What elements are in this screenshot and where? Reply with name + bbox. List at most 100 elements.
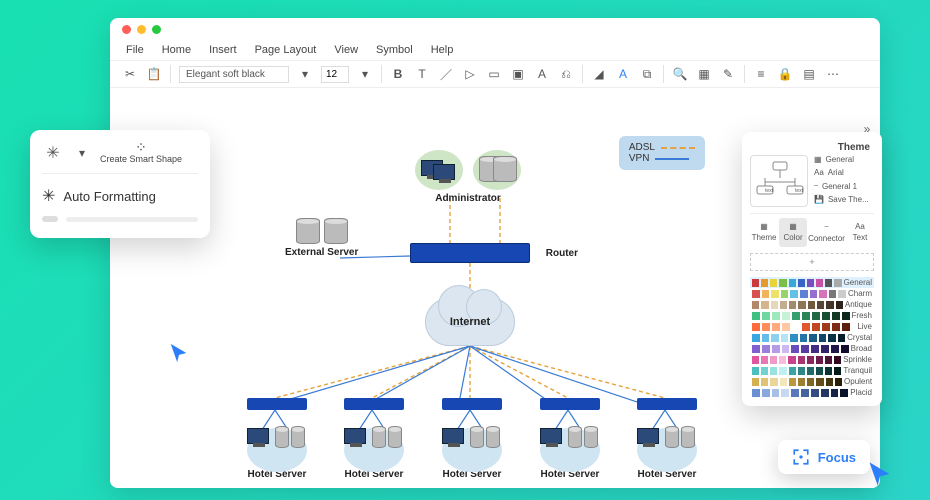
burst-icon[interactable]: ✳ <box>42 142 64 164</box>
color-chip[interactable] <box>752 356 759 364</box>
color-chip[interactable] <box>770 378 777 386</box>
minimize-icon[interactable] <box>137 25 146 34</box>
color-chip[interactable] <box>791 345 799 353</box>
color-chip[interactable] <box>770 367 777 375</box>
color-chip[interactable] <box>822 312 830 320</box>
menu-help[interactable]: Help <box>431 44 454 56</box>
swatch-row[interactable]: Live <box>750 321 874 332</box>
more-icon[interactable]: ⋯ <box>825 66 841 82</box>
color-chip[interactable] <box>762 389 770 397</box>
color-chip[interactable] <box>834 356 841 364</box>
swatch-row[interactable]: Antique <box>750 299 874 310</box>
color-chip[interactable] <box>762 334 770 342</box>
hotel-server-node[interactable]: Hotel Server <box>440 398 504 480</box>
focus-button[interactable]: Focus <box>778 440 870 474</box>
color-chip[interactable] <box>816 367 823 375</box>
color-chip[interactable] <box>826 378 833 386</box>
color-chip[interactable] <box>809 334 817 342</box>
color-chip[interactable] <box>840 389 848 397</box>
router-node[interactable]: Router <box>410 243 530 263</box>
color-chip[interactable] <box>770 356 777 364</box>
color-chip[interactable] <box>826 301 833 309</box>
color-chip[interactable] <box>801 345 809 353</box>
color-chip[interactable] <box>811 345 819 353</box>
color-chip[interactable] <box>762 323 770 331</box>
theme-opt-arial[interactable]: AaArial <box>814 168 874 177</box>
cut-icon[interactable]: ✂ <box>122 66 138 82</box>
color-chip[interactable] <box>781 334 789 342</box>
tab-connector[interactable]: ⎯Connector <box>808 218 845 247</box>
tab-text[interactable]: AaText <box>846 218 874 247</box>
color-chip[interactable] <box>781 290 789 298</box>
color-chip[interactable] <box>761 279 768 287</box>
color-chip[interactable] <box>831 389 839 397</box>
color-chip[interactable] <box>752 323 760 331</box>
menu-page-layout[interactable]: Page Layout <box>255 44 317 56</box>
color-chip[interactable] <box>819 290 827 298</box>
color-chip[interactable] <box>752 334 760 342</box>
color-chip[interactable] <box>807 279 814 287</box>
swatch-row[interactable]: Fresh <box>750 310 874 321</box>
color-chip[interactable] <box>816 279 823 287</box>
color-chip[interactable] <box>838 290 846 298</box>
color-chip[interactable] <box>789 279 796 287</box>
crop-icon[interactable]: ⧉ <box>639 66 655 82</box>
color-chip[interactable] <box>802 323 810 331</box>
color-chip[interactable] <box>790 290 798 298</box>
color-chip[interactable] <box>832 312 840 320</box>
color-chip[interactable] <box>835 378 842 386</box>
color-chip[interactable] <box>761 367 768 375</box>
maximize-icon[interactable] <box>152 25 161 34</box>
hotel-server-node[interactable]: Hotel Server <box>342 398 406 480</box>
color-chip[interactable] <box>812 323 820 331</box>
text-tool-icon[interactable]: T <box>414 66 430 82</box>
grid-icon[interactable]: ▦ <box>696 66 712 82</box>
close-icon[interactable] <box>122 25 131 34</box>
theme-opt-general[interactable]: ▦General <box>814 155 874 164</box>
chevron-down-icon[interactable]: ▾ <box>74 145 90 161</box>
hotel-server-node[interactable]: Hotel Server <box>635 398 699 480</box>
add-swatch-button[interactable]: + <box>750 253 874 271</box>
fill-icon[interactable]: ◢ <box>591 66 607 82</box>
color-chip[interactable] <box>761 356 768 364</box>
color-chip[interactable] <box>798 378 805 386</box>
color-chip[interactable] <box>790 334 798 342</box>
align-icon[interactable]: ≡ <box>753 66 769 82</box>
color-chip[interactable] <box>772 323 780 331</box>
color-chip[interactable] <box>752 301 759 309</box>
color-chip[interactable] <box>798 301 805 309</box>
color-chip[interactable] <box>807 356 814 364</box>
internet-cloud[interactable]: Internet <box>425 298 515 346</box>
color-chip[interactable] <box>812 312 820 320</box>
color-chip[interactable] <box>772 389 780 397</box>
color-chip[interactable] <box>792 323 800 331</box>
color-chip[interactable] <box>772 345 780 353</box>
color-chip[interactable] <box>816 356 823 364</box>
color-chip[interactable] <box>752 290 760 298</box>
color-chip[interactable] <box>798 356 805 364</box>
color-chip[interactable] <box>771 301 778 309</box>
color-chip[interactable] <box>782 345 790 353</box>
color-chip[interactable] <box>761 301 768 309</box>
color-chip[interactable] <box>819 334 827 342</box>
color-chip[interactable] <box>762 345 770 353</box>
color-chip[interactable] <box>770 279 777 287</box>
color-chip[interactable] <box>798 367 805 375</box>
tab-theme[interactable]: ▦Theme <box>750 218 778 247</box>
font-color-icon[interactable]: A <box>615 66 631 82</box>
color-chip[interactable] <box>788 356 795 364</box>
color-chip[interactable] <box>779 279 786 287</box>
color-chip[interactable] <box>834 367 841 375</box>
color-chip[interactable] <box>829 290 837 298</box>
auto-formatting-button[interactable]: ✳ Auto Formatting <box>42 186 198 206</box>
color-chip[interactable] <box>801 389 809 397</box>
color-chip[interactable] <box>782 312 790 320</box>
color-chip[interactable] <box>821 345 829 353</box>
color-chip[interactable] <box>752 312 760 320</box>
swatch-row[interactable]: Tranquil <box>750 365 874 376</box>
color-chip[interactable] <box>825 367 832 375</box>
color-chip[interactable] <box>772 312 780 320</box>
color-chip[interactable] <box>779 367 786 375</box>
color-chip[interactable] <box>831 345 839 353</box>
shape-icon[interactable]: ▭ <box>486 66 502 82</box>
